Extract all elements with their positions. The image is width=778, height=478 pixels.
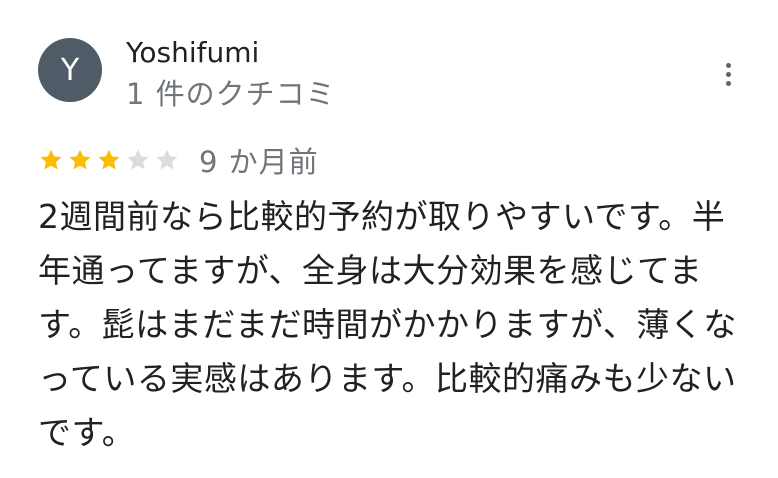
- star-icon: [98, 149, 120, 170]
- avatar[interactable]: Y: [38, 38, 102, 102]
- avatar-initial: Y: [60, 52, 80, 88]
- more-options-button[interactable]: [712, 54, 744, 94]
- star-icon: [69, 149, 91, 170]
- reviewer-name[interactable]: Yoshifumi: [126, 36, 259, 69]
- rating-row: 9 か月前: [38, 140, 319, 180]
- star-icon: [40, 149, 62, 170]
- star-rating: [38, 147, 183, 173]
- review-card: Y Yoshifumi 1 件のクチコミ 9 か月前 2週間前なら比較的予約が取…: [0, 0, 778, 478]
- star-icon: [127, 149, 149, 170]
- review-date: 9 か月前: [199, 145, 319, 179]
- review-text: 2週間前なら比較的予約が取りやすいです。半年通ってますが、全身は大分効果を感じて…: [38, 197, 737, 452]
- star-icon: [156, 149, 178, 170]
- reviewer-review-count[interactable]: 1 件のクチコミ: [126, 71, 336, 113]
- more-vert-icon: [725, 62, 731, 86]
